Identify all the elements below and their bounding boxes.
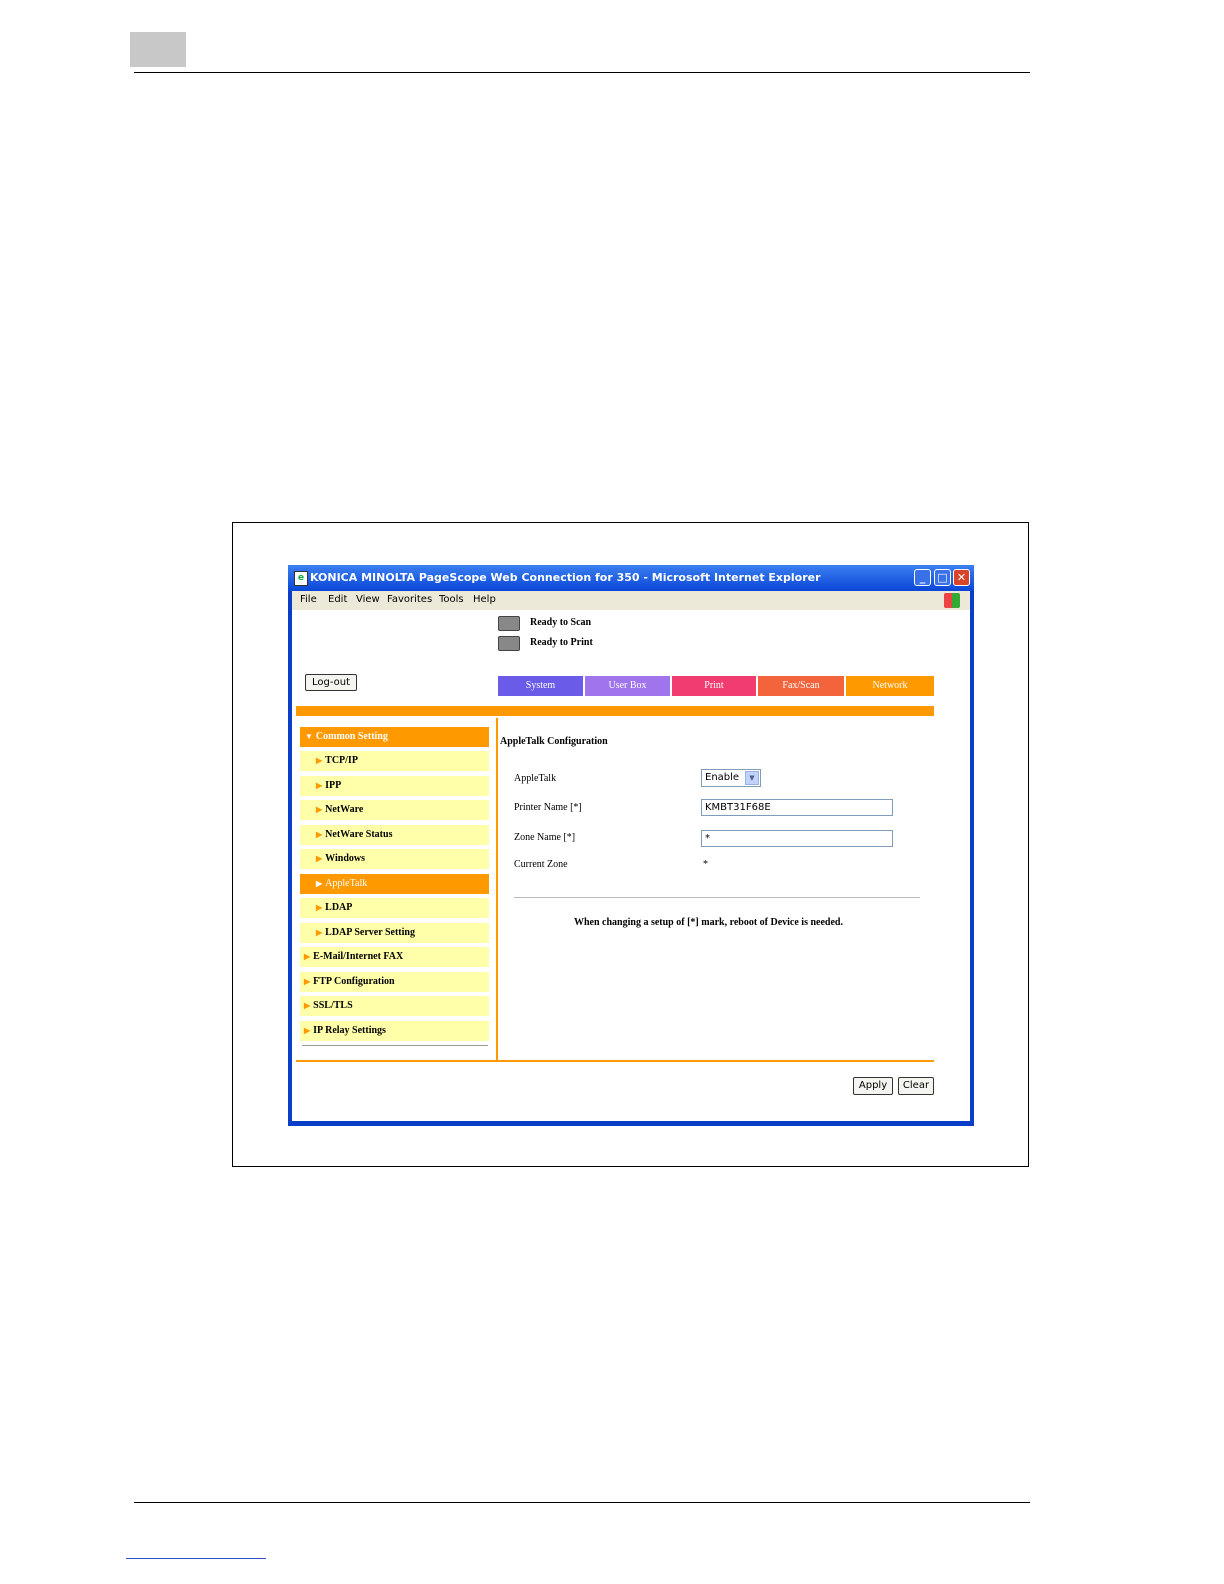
window-title: KONICA MINOLTA PageScope Web Connection … <box>310 571 821 584</box>
menu-file[interactable]: File <box>300 594 317 605</box>
windows-logo-icon <box>944 593 960 608</box>
triangle-right-icon: ▶ <box>316 830 323 839</box>
appletalk-select[interactable]: Enable ▼ <box>701 769 761 787</box>
content-separator <box>496 718 498 1060</box>
reboot-note: When changing a setup of [*] mark, reboo… <box>574 917 843 928</box>
zone-name-label: Zone Name [*] <box>514 832 576 843</box>
nav-netware-status[interactable]: ▶ NetWare Status <box>300 825 489 845</box>
menu-view[interactable]: View <box>356 594 380 605</box>
nav-windows[interactable]: ▶ Windows <box>300 849 489 869</box>
maximize-icon[interactable]: □ <box>934 569 951 586</box>
printer-icon <box>498 636 520 651</box>
page-number-tab <box>130 32 186 67</box>
triangle-right-icon: ▶ <box>316 928 323 937</box>
nav-ipp[interactable]: ▶ IPP <box>300 776 489 796</box>
config-divider <box>514 897 920 898</box>
nav-common-setting[interactable]: ▼ Common Setting <box>300 727 489 747</box>
current-zone-value: * <box>703 859 708 870</box>
menu-favorites[interactable]: Favorites <box>387 594 432 605</box>
triangle-right-icon: ▶ <box>316 854 323 863</box>
menu-bar: File Edit View Favorites Tools Help <box>292 591 970 610</box>
current-zone-label: Current Zone <box>514 859 568 870</box>
menu-edit[interactable]: Edit <box>328 594 347 605</box>
tab-system[interactable]: System <box>498 676 583 696</box>
tab-network[interactable]: Network <box>846 676 934 696</box>
tab-fax-scan[interactable]: Fax/Scan <box>758 676 844 696</box>
nav-ldap[interactable]: ▶ LDAP <box>300 898 489 918</box>
menu-tools[interactable]: Tools <box>439 594 464 605</box>
close-icon[interactable]: ✕ <box>953 569 970 586</box>
tab-print[interactable]: Print <box>672 676 756 696</box>
header-rule <box>134 72 1030 73</box>
logout-button[interactable]: Log-out <box>305 674 357 691</box>
nav-appletalk[interactable]: ▶ AppleTalk <box>300 874 489 894</box>
scanner-icon <box>498 616 520 631</box>
print-status: Ready to Print <box>530 637 593 648</box>
triangle-right-icon: ▶ <box>304 952 311 961</box>
footer-accent-rule <box>296 1060 934 1062</box>
nav-bottom-rule <box>302 1045 488 1046</box>
printer-name-label: Printer Name [*] <box>514 802 582 813</box>
nav-ssl-tls[interactable]: ▶ SSL/TLS <box>300 996 489 1016</box>
triangle-right-icon: ▶ <box>304 1001 311 1010</box>
triangle-right-icon: ▶ <box>316 903 323 912</box>
nav-netware[interactable]: ▶ NetWare <box>300 800 489 820</box>
printer-name-input[interactable]: KMBT31F68E <box>701 799 893 816</box>
config-title: AppleTalk Configuration <box>500 736 608 747</box>
window-titlebar: e KONICA MINOLTA PageScope Web Connectio… <box>288 565 974 591</box>
nav-email-internet-fax[interactable]: ▶ E-Mail/Internet FAX <box>300 947 489 967</box>
ie-icon: e <box>294 571 308 586</box>
triangle-right-icon: ▶ <box>304 1026 311 1035</box>
triangle-right-icon: ▶ <box>316 756 323 765</box>
footer-link-underline <box>126 1558 266 1559</box>
nav-tcpip[interactable]: ▶ TCP/IP <box>300 751 489 771</box>
nav-ldap-server-setting[interactable]: ▶ LDAP Server Setting <box>300 923 489 943</box>
scan-status: Ready to Scan <box>530 617 592 628</box>
menu-help[interactable]: Help <box>473 594 496 605</box>
tab-user-box[interactable]: User Box <box>585 676 670 696</box>
footer-rule <box>134 1502 1030 1503</box>
chevron-down-icon: ▼ <box>745 771 759 785</box>
minimize-icon[interactable]: _ <box>914 569 931 586</box>
triangle-down-icon: ▼ <box>305 732 313 741</box>
apply-button[interactable]: Apply <box>853 1077 893 1095</box>
triangle-right-icon: ▶ <box>316 805 323 814</box>
clear-button[interactable]: Clear <box>898 1077 934 1095</box>
triangle-right-icon: ▶ <box>316 879 323 888</box>
appletalk-label: AppleTalk <box>514 773 557 784</box>
zone-name-input[interactable]: * <box>701 830 893 847</box>
triangle-right-icon: ▶ <box>316 781 323 790</box>
triangle-right-icon: ▶ <box>304 977 311 986</box>
page-content: Ready to Scan Ready to Print Log-out Sys… <box>292 610 970 1121</box>
nav-ftp-configuration[interactable]: ▶ FTP Configuration <box>300 972 489 992</box>
browser-window: e KONICA MINOLTA PageScope Web Connectio… <box>288 565 974 1126</box>
header-accent-bar <box>296 706 934 716</box>
nav-ip-relay-settings[interactable]: ▶ IP Relay Settings <box>300 1021 489 1041</box>
